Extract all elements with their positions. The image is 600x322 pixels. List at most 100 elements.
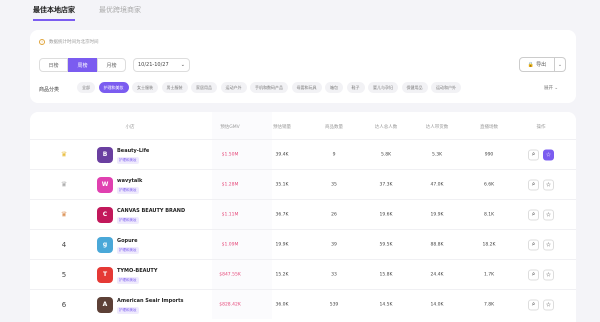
col-videos[interactable]: 达人带货数 <box>426 124 449 130</box>
period-week-button[interactable]: 周榜 <box>68 58 97 72</box>
cell-products: 39 <box>331 242 337 247</box>
lock-icon: 🔒 <box>527 61 535 68</box>
star-icon[interactable]: ☆ <box>543 209 554 220</box>
shop-logo[interactable]: C <box>97 206 113 223</box>
shop-name[interactable]: American Seair Imports <box>117 298 184 304</box>
tab-crossborder-shops[interactable]: 最优跨境商家 <box>99 5 141 21</box>
cell-videos: 88.8K <box>430 242 444 247</box>
expand-label: 展开 <box>544 86 553 91</box>
search-icon[interactable]: ⌕ <box>528 239 539 250</box>
shop-name[interactable]: Gopure <box>117 238 138 244</box>
export-dropdown[interactable]: ⌄ <box>555 57 566 72</box>
tab-local-shops[interactable]: 最佳本地店家 <box>33 5 75 21</box>
rank-number: 4 <box>61 240 67 249</box>
period-day-button[interactable]: 日榜 <box>39 58 68 72</box>
category-chip[interactable]: 女士服装 <box>132 82 158 93</box>
cell-videos: 19.9K <box>430 212 444 217</box>
export-button[interactable]: 🔒 导出 <box>519 57 555 72</box>
cell-sales: 36.7K <box>275 212 289 217</box>
category-chip[interactable]: 运动和户外 <box>431 82 461 93</box>
table-header: 小店 预估GMV 预估销量 商品数量 达人总人数 达人带货数 直播场数 操作 <box>30 112 576 139</box>
filter-panel: ! 数据统计时间为北京时间 日榜 周榜 月榜 10/21-10/27 ⌄ 🔒 导… <box>30 30 576 103</box>
info-icon: ! <box>39 39 45 45</box>
category-chip[interactable]: 箱包 <box>325 82 343 93</box>
shop-category-tag: 护理和美妆 <box>117 307 139 314</box>
shop-logo[interactable]: B <box>97 146 113 163</box>
chevron-down-icon: ⌄ <box>557 61 563 68</box>
search-icon[interactable]: ⌕ <box>528 299 539 310</box>
shop-name[interactable]: wavytalk <box>117 178 142 184</box>
cell-gmv: $1.11M <box>221 212 239 217</box>
shop-ranking-table: 小店 预估GMV 预估销量 商品数量 达人总人数 达人带货数 直播场数 操作 ♛… <box>30 112 576 322</box>
category-chip[interactable]: 运动户外 <box>220 82 247 93</box>
category-chip[interactable]: 男士服装 <box>161 82 188 93</box>
table-row[interactable]: ♛ C CANVAS BEAUTY BRAND 护理和美妆 $1.11M 36.7K 26 1… <box>30 199 576 229</box>
shop-logo[interactable]: T <box>97 266 113 283</box>
shop-category-tag: 护理和美妆 <box>117 247 139 254</box>
shop-logo[interactable]: g <box>97 236 113 253</box>
cell-products: 33 <box>331 272 337 277</box>
table-row[interactable]: 6 A American Seair Imports 护理和美妆 $828.42K 36.… <box>30 289 576 319</box>
search-icon[interactable]: ⌕ <box>528 179 539 190</box>
cell-videos: 5.3K <box>431 152 443 157</box>
expand-categories-button[interactable]: 展开 ⌄ <box>544 85 558 91</box>
category-chip[interactable]: 护理和美妆 <box>98 82 129 93</box>
period-month-button[interactable]: 月榜 <box>97 58 126 72</box>
shop-name[interactable]: Beauty-Life <box>117 148 149 154</box>
star-icon[interactable]: ☆ <box>543 299 554 310</box>
category-chips: 全部 护理和美妆 女士服装 男士服装 家居用品 运动户外 手机和数码产品 母婴和… <box>77 82 461 93</box>
cell-gmv: $1.09M <box>221 242 239 247</box>
cell-sales: 19.9K <box>275 242 289 247</box>
notice: ! 数据统计时间为北京时间 <box>39 39 99 45</box>
col-shop: 小店 <box>125 125 135 130</box>
rank-number: 6 <box>61 300 67 309</box>
cell-gmv: $847.55K <box>219 272 241 277</box>
col-gmv[interactable]: 预估GMV <box>220 124 239 130</box>
cell-creators: 14.5K <box>379 302 393 307</box>
search-icon[interactable]: ⌕ <box>528 209 539 220</box>
col-products[interactable]: 商品数量 <box>325 124 343 130</box>
category-chip[interactable]: 保健用品 <box>401 82 428 93</box>
cell-gmv: $828.42K <box>219 302 241 307</box>
cell-gmv: $1.50M <box>221 152 239 157</box>
category-chip[interactable]: 婴儿与孕妇 <box>368 82 398 93</box>
search-icon[interactable]: ⌕ <box>528 269 539 280</box>
category-chip[interactable]: 鞋子 <box>346 82 365 93</box>
category-chip[interactable]: 手机和数码产品 <box>250 82 288 93</box>
search-icon[interactable]: ⌕ <box>528 149 539 160</box>
col-creators[interactable]: 达人总人数 <box>375 124 398 130</box>
cell-creators: 15.8K <box>379 272 393 277</box>
category-label: 商品分类 <box>39 87 60 93</box>
cell-lives: 990 <box>484 152 494 157</box>
shop-category-tag: 护理和美妆 <box>117 217 139 224</box>
cell-lives: 6.6K <box>483 182 495 187</box>
col-lives[interactable]: 直播场数 <box>480 124 498 130</box>
star-icon[interactable]: ☆ <box>543 149 554 160</box>
table-row[interactable]: 5 T TYMO-BEAUTY 护理和美妆 $847.55K 15.2K 33 15.8K 24… <box>30 259 576 289</box>
cell-lives: 7.8K <box>483 302 495 307</box>
rank-medal-icon: ♛ <box>60 210 68 219</box>
rank-medal-icon: ♛ <box>60 180 68 189</box>
cell-products: 539 <box>329 302 339 307</box>
cell-creators: 59.5K <box>379 242 393 247</box>
category-chip[interactable]: 全部 <box>77 82 95 93</box>
category-chip[interactable]: 家居用品 <box>191 82 217 93</box>
cell-videos: 14.0K <box>430 302 444 307</box>
star-icon[interactable]: ☆ <box>543 239 554 250</box>
table-row[interactable]: ♛ Wwavytalk 护理和美妆 $1.28M 35.1K 35 37.3K 47.0K 6.… <box>30 169 576 199</box>
shop-logo[interactable]: W <box>97 176 113 193</box>
shop-category-tag: 护理和美妆 <box>117 187 139 194</box>
date-range-select[interactable]: 10/21-10/27 ⌄ <box>133 58 190 72</box>
date-range-value: 10/21-10/27 <box>138 62 169 68</box>
category-chip[interactable]: 母婴和玩具 <box>291 82 322 93</box>
col-sales[interactable]: 预估销量 <box>273 124 291 130</box>
table-row[interactable]: ♛ B Beauty-Life 护理和美妆 $1.50M 39.4K 9 5.8K 5.3K 99… <box>30 139 576 169</box>
rank-medal-icon: ♛ <box>60 150 68 159</box>
table-row[interactable]: 4 g Gopure 护理和美妆 $1.09M 19.9K 39 59.5K 88.8K 18.2… <box>30 229 576 259</box>
star-icon[interactable]: ☆ <box>543 269 554 280</box>
tab-bar: 最佳本地店家 最优跨境商家 <box>33 5 141 21</box>
shop-logo[interactable]: A <box>97 296 113 313</box>
shop-name[interactable]: CANVAS BEAUTY BRAND <box>117 208 185 214</box>
star-icon[interactable]: ☆ <box>543 179 554 190</box>
shop-name[interactable]: TYMO-BEAUTY <box>117 268 157 274</box>
